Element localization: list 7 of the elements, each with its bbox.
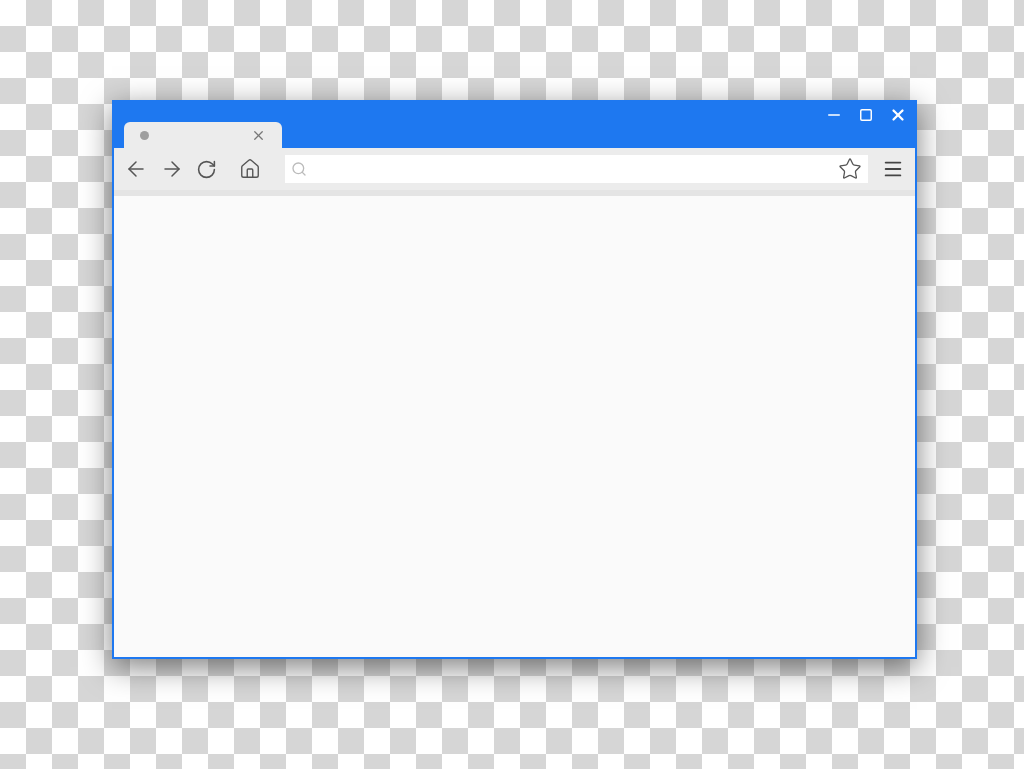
favicon-icon — [140, 130, 149, 140]
home-icon[interactable] — [239, 158, 261, 180]
reload-icon[interactable] — [196, 158, 217, 180]
close-icon[interactable] — [889, 106, 907, 124]
maximize-icon[interactable] — [859, 108, 873, 122]
search-icon — [291, 161, 307, 177]
bookmark-star-icon[interactable] — [838, 157, 862, 181]
